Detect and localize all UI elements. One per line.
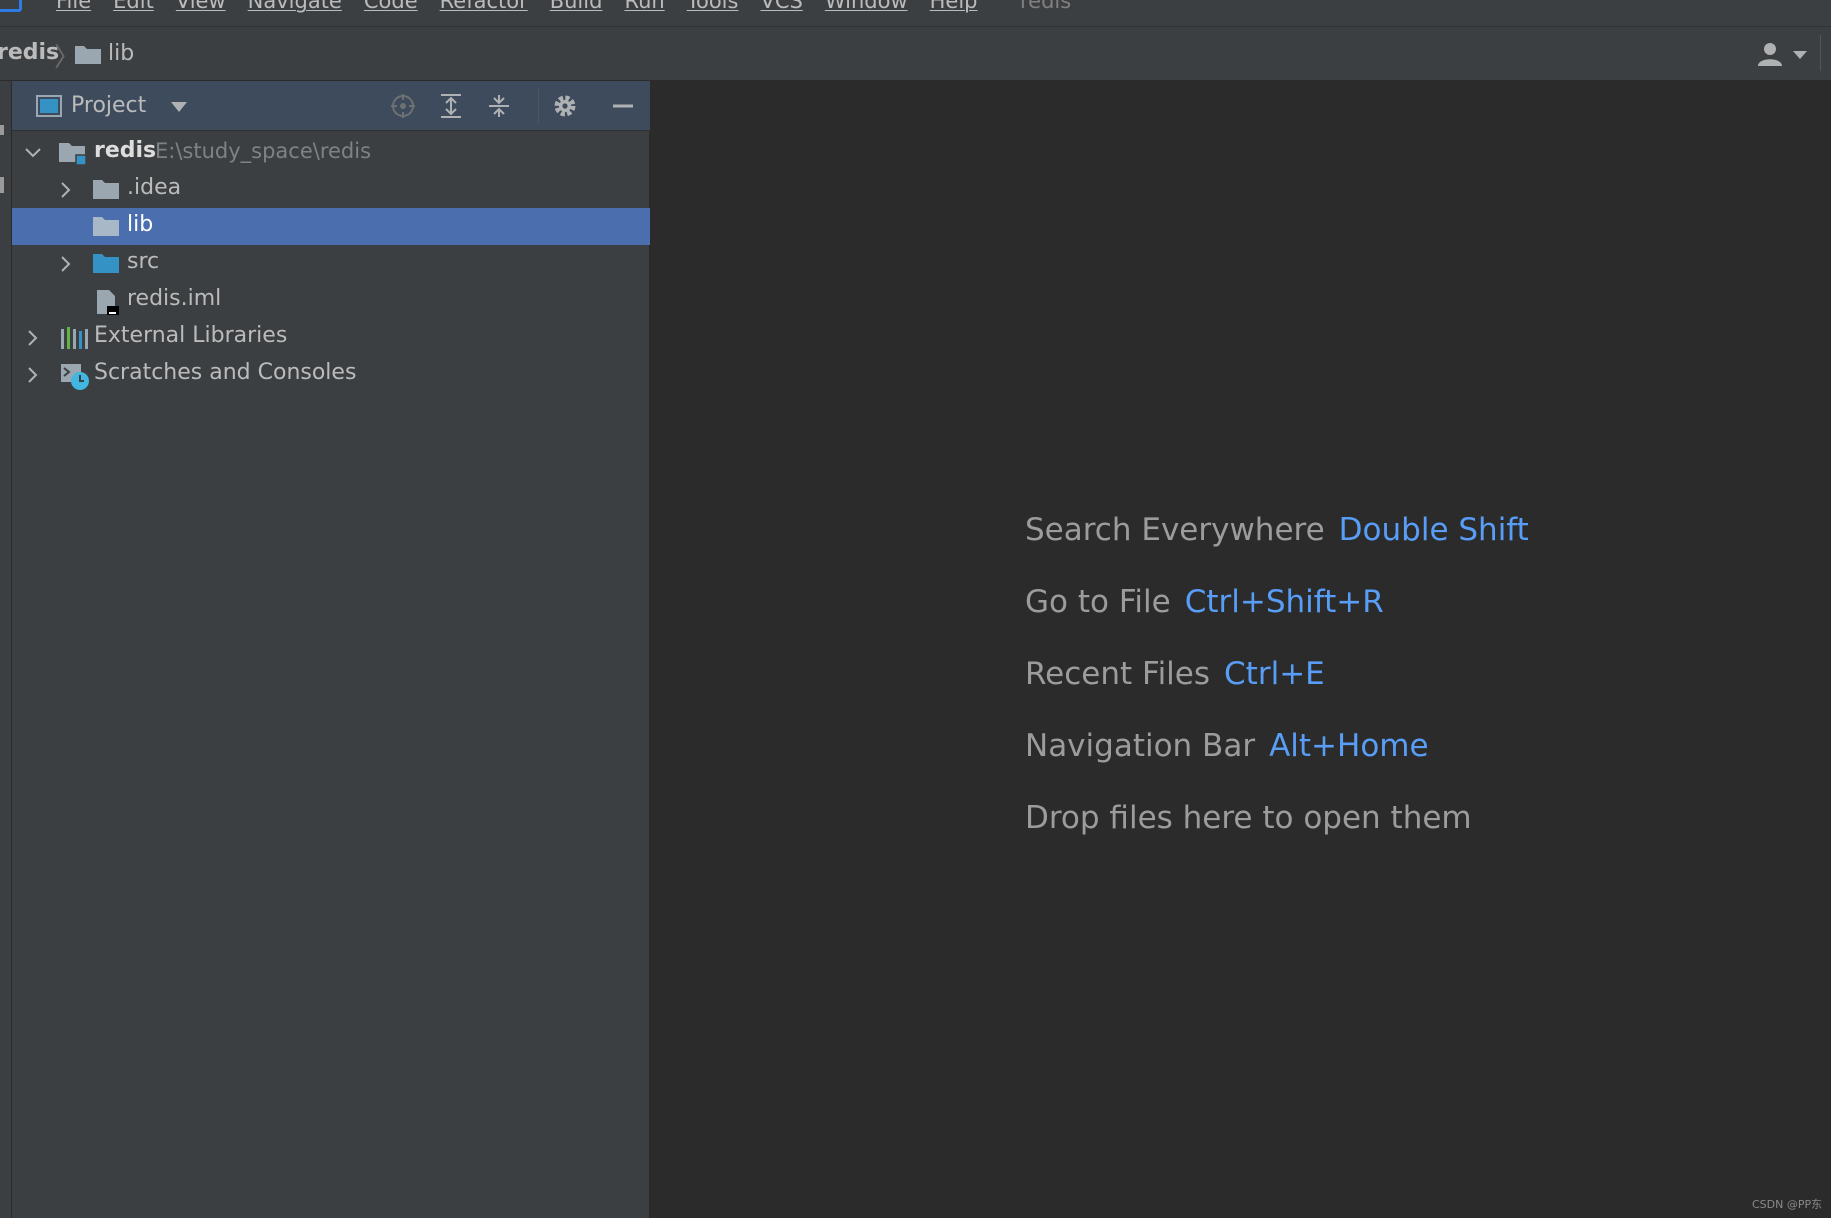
project-tool-window: Project redis E:\study_space\redis .idea… (12, 81, 650, 1218)
scratches-icon (59, 362, 91, 396)
source-folder-icon (92, 251, 120, 279)
panel-title[interactable]: Project (71, 93, 146, 118)
user-account-icon[interactable] (1756, 41, 1786, 71)
project-path: E:\study_space\redis (155, 139, 372, 163)
hint-label: Recent Files (1025, 656, 1211, 692)
menu-run[interactable]: Run (624, 0, 664, 13)
tree-item-idea[interactable]: .idea (12, 171, 650, 208)
tree-item-redis[interactable]: redis E:\study_space\redis (12, 134, 650, 171)
menu-vcs[interactable]: VCS (760, 0, 802, 13)
hint-go-to-file: Go to File Ctrl+Shift+R (1025, 584, 1384, 620)
window-title: redis (1020, 0, 1072, 13)
tree-item-label: .idea (127, 175, 182, 200)
menu-file[interactable]: File (56, 0, 91, 13)
hint-drop-files: Drop files here to open them (1025, 800, 1472, 836)
gear-icon[interactable] (550, 91, 580, 121)
chevron-down-icon[interactable] (1793, 51, 1807, 59)
expand-all-icon[interactable] (436, 91, 466, 121)
hint-shortcut[interactable]: Double Shift (1339, 512, 1529, 548)
tree-item-label: Scratches and Consoles (94, 360, 357, 385)
menu-tools[interactable]: Tools (687, 0, 739, 13)
locate-icon[interactable] (388, 91, 418, 121)
left-tool-strip (0, 81, 12, 1218)
chevron-down-icon[interactable] (171, 102, 187, 112)
module-folder-icon (58, 140, 88, 170)
tool-window-button[interactable] (0, 125, 4, 135)
hint-shortcut[interactable]: Alt+Home (1269, 728, 1429, 764)
chevron-right-icon[interactable] (56, 180, 76, 200)
tree-item-label: src (127, 249, 160, 274)
hint-shortcut[interactable]: Ctrl+Shift+R (1185, 584, 1384, 620)
collapse-all-icon[interactable] (484, 91, 514, 121)
chevron-right-icon[interactable] (56, 254, 76, 274)
iml-file-icon (95, 288, 121, 320)
menu-items: File Edit View Navigate Code Refactor Bu… (56, 0, 1000, 13)
tree-item-label: redis (94, 138, 157, 163)
tree-item-src[interactable]: src (12, 245, 650, 282)
drop-files-hint: Drop files here to open them (1025, 800, 1472, 836)
tree-item-lib[interactable]: lib (12, 208, 650, 245)
tree-item-scratches-and-consoles[interactable]: Scratches and Consoles (12, 356, 650, 393)
editor-area (651, 81, 1831, 1218)
chevron-down-icon[interactable] (23, 143, 43, 163)
tree-item-label: External Libraries (94, 323, 288, 348)
tree-item-external-libraries[interactable]: External Libraries (12, 319, 650, 356)
breadcrumb-project[interactable]: redis (0, 40, 59, 65)
folder-icon (92, 214, 120, 242)
breadcrumb-lib[interactable]: lib (108, 41, 134, 66)
divider (538, 89, 539, 123)
divider (1820, 35, 1821, 71)
menu-build[interactable]: Build (550, 0, 603, 13)
tree-item-label: lib (127, 212, 154, 237)
menu-navigate[interactable]: Navigate (248, 0, 342, 13)
hint-label: Search Everywhere (1025, 512, 1325, 548)
menu-window[interactable]: Window (825, 0, 908, 13)
folder-icon (74, 43, 102, 69)
tool-window-button[interactable] (0, 177, 4, 193)
tree-item-label: redis.iml (127, 286, 222, 311)
libraries-icon (59, 325, 89, 355)
tree-item-redis-iml[interactable]: redis.iml (12, 282, 650, 319)
hint-label: Go to File (1025, 584, 1171, 620)
hint-label: Navigation Bar (1025, 728, 1256, 764)
hint-search-everywhere: Search Everywhere Double Shift (1025, 512, 1529, 548)
hide-panel-icon[interactable] (608, 91, 638, 121)
chevron-right-icon[interactable] (23, 328, 43, 348)
project-view-icon (36, 95, 62, 121)
hint-shortcut[interactable]: Ctrl+E (1224, 656, 1325, 692)
watermark: CSDN @PP东 (1752, 1198, 1823, 1211)
hint-navigation-bar: Navigation Bar Alt+Home (1025, 728, 1429, 764)
menu-view[interactable]: View (176, 0, 226, 13)
menu-refactor[interactable]: Refactor (440, 0, 528, 13)
intellij-logo-icon (0, 0, 22, 12)
hint-recent-files: Recent Files Ctrl+E (1025, 656, 1325, 692)
menu-help[interactable]: Help (930, 0, 978, 13)
folder-icon (92, 177, 120, 205)
project-panel-header: Project (12, 81, 650, 131)
menu-bar: File Edit View Navigate Code Refactor Bu… (0, 0, 1831, 27)
menu-edit[interactable]: Edit (113, 0, 154, 13)
navigation-bar: redis 〉 lib (0, 27, 1831, 81)
menu-code[interactable]: Code (364, 0, 418, 13)
chevron-right-icon[interactable] (23, 365, 43, 385)
